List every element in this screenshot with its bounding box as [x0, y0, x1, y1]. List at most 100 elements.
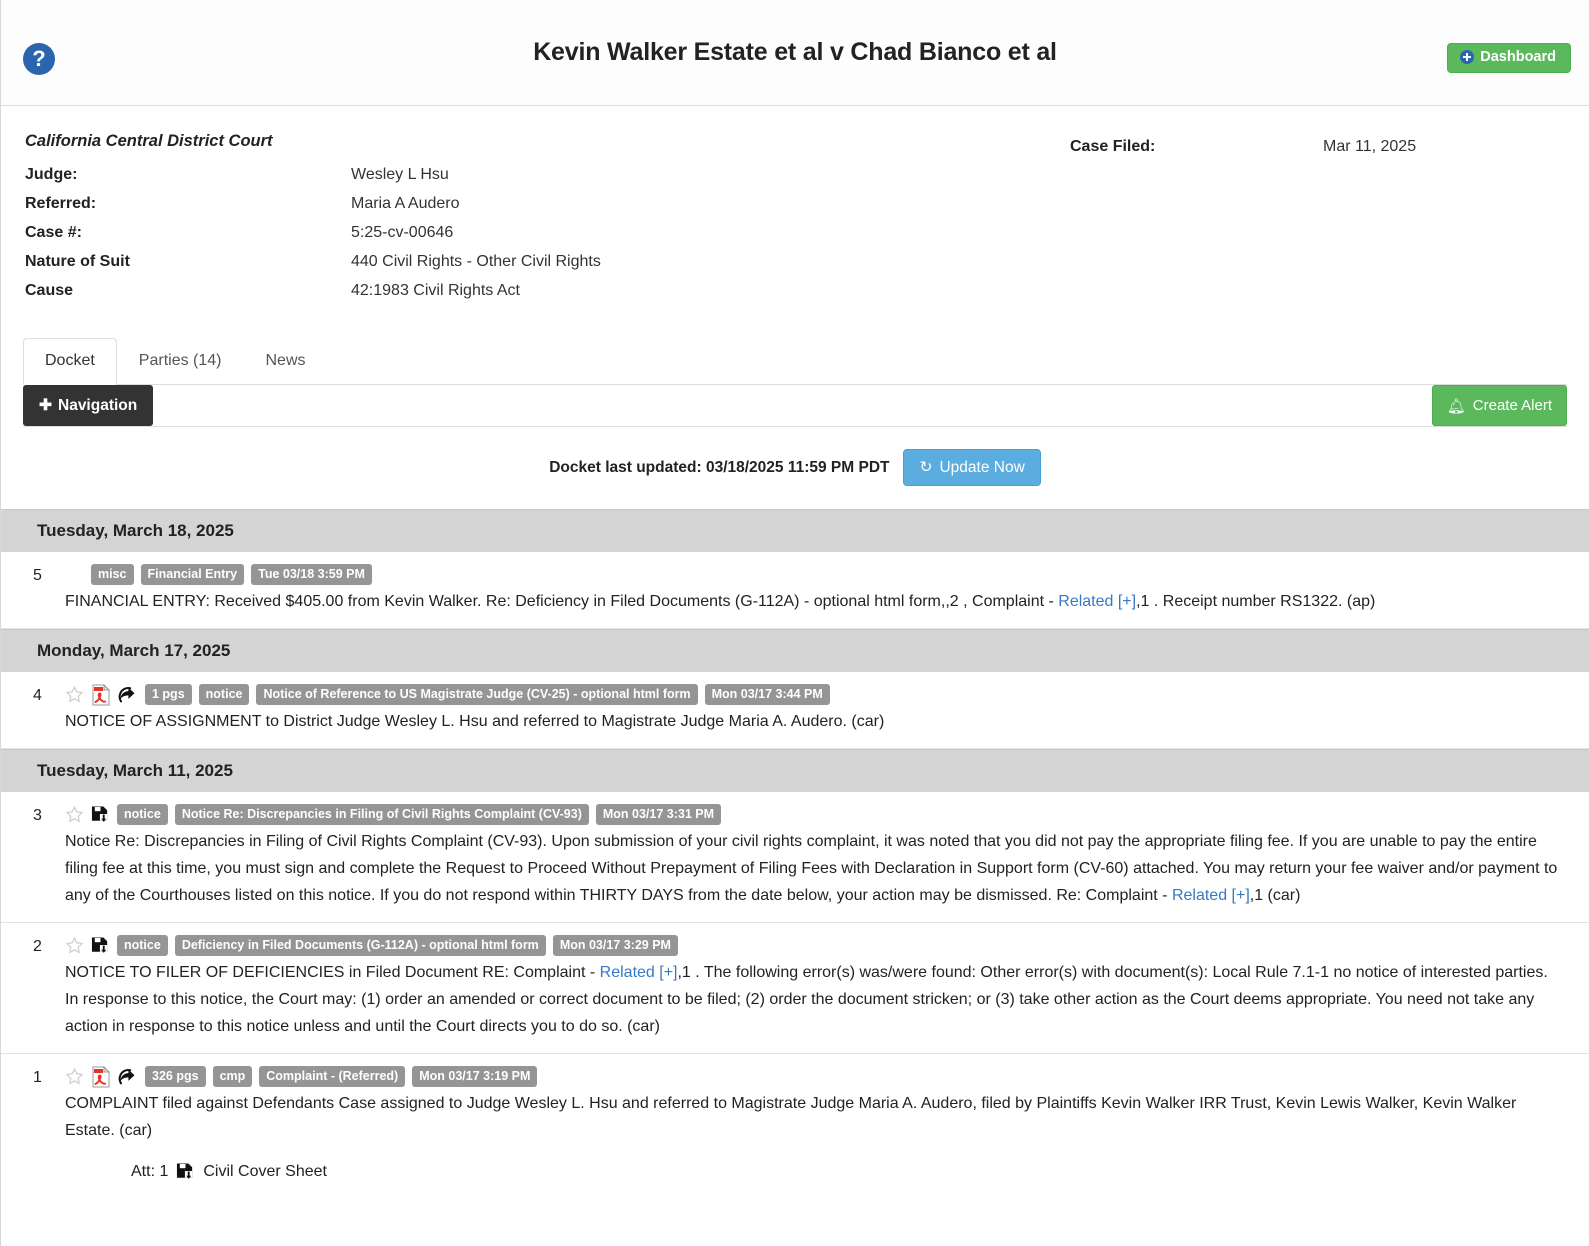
docket-entry-body: notice Deficiency in Filed Documents (G-1…: [65, 934, 1565, 1040]
case-meta-row: Cause 42:1983 Civil Rights Act: [25, 276, 1565, 305]
star-icon-wrapper[interactable]: [65, 805, 84, 824]
pdf-icon[interactable]: [91, 1065, 111, 1088]
docket-entry-text-part: COMPLAINT filed against Defendants Case …: [65, 1095, 1517, 1139]
docket-entry-text-part: NOTICE TO FILER OF DEFICIENCIES in Filed…: [65, 964, 600, 981]
case-meta-value: 440 Civil Rights - Other Civil Rights: [351, 253, 601, 270]
docket-badge[interactable]: notice: [117, 934, 168, 957]
docket-badge[interactable]: Financial Entry: [140, 563, 245, 586]
share-icon-wrapper[interactable]: [118, 685, 138, 705]
related-link[interactable]: Related [+]: [1058, 593, 1136, 610]
pdf-icon-wrapper[interactable]: [91, 1065, 111, 1088]
docket-entry-text-part: ,1 . Receipt number RS1322. (ap): [1136, 593, 1376, 610]
docket-entry-text: FINANCIAL ENTRY: Received $405.00 from K…: [65, 588, 1565, 615]
docket-entry-text: COMPLAINT filed against Defendants Case …: [65, 1090, 1565, 1144]
dashboard-button[interactable]: Dashboard: [1447, 43, 1571, 73]
attachment-save-icon-wrapper[interactable]: [176, 1162, 195, 1182]
pdf-icon-wrapper[interactable]: [91, 683, 111, 706]
docket-badge[interactable]: Notice of Reference to US Magistrate Jud…: [256, 683, 698, 706]
share-icon[interactable]: [118, 685, 138, 705]
docket-badge[interactable]: 326 pgs: [145, 1065, 206, 1088]
case-meta-row: Judge: Wesley L Hsu: [25, 160, 1565, 189]
docket-date-header: Tuesday, March 11, 2025: [1, 749, 1589, 792]
update-now-button[interactable]: ↻ Update Now: [903, 449, 1041, 486]
docket-badge[interactable]: Notice Re: Discrepancies in Filing of Ci…: [174, 803, 589, 826]
docket-entry-body: notice Notice Re: Discrepancies in Filing…: [65, 803, 1565, 909]
share-icon[interactable]: [118, 1067, 138, 1087]
docket-badge[interactable]: Tue 03/18 3:59 PM: [251, 563, 372, 586]
case-meta-label: Referred:: [25, 195, 97, 212]
case-meta-row: Nature of Suit 440 Civil Rights - Other C…: [25, 247, 1565, 276]
update-now-label: Update Now: [939, 458, 1025, 476]
case-meta-label: Judge:: [25, 166, 78, 183]
docket-badge[interactable]: Deficiency in Filed Documents (G-112A) -…: [174, 934, 546, 957]
plus-icon: ✚: [39, 397, 52, 414]
case-meta-value: Wesley L Hsu: [351, 166, 449, 183]
docket-badge[interactable]: Mon 03/17 3:19 PM: [412, 1065, 538, 1088]
docket-entry-text: Notice Re: Discrepancies in Filing of Ci…: [65, 828, 1565, 909]
tab-docket[interactable]: Docket: [23, 337, 117, 385]
docket-badge[interactable]: cmp: [212, 1065, 253, 1088]
docket-badge[interactable]: Complaint - (Referred): [259, 1065, 406, 1088]
docket-entry: 2 notice Deficiency in Filed Documents (G-…: [1, 923, 1589, 1054]
attachment-label[interactable]: Civil Cover Sheet: [203, 1163, 327, 1181]
docket-entry-body: 326 pgs cmp Complaint - (Referred) Mon 03/1…: [65, 1065, 1565, 1182]
tab-news[interactable]: News: [244, 338, 328, 385]
save-icon[interactable]: [176, 1162, 195, 1182]
save-icon[interactable]: [91, 936, 110, 956]
create-alert-button[interactable]: 🔔︎ Create Alert: [1431, 385, 1567, 426]
docket-badge[interactable]: notice: [198, 683, 250, 706]
docket-badge[interactable]: 1 pgs: [145, 683, 192, 706]
docket-entry-number: 5: [33, 567, 42, 584]
bell-icon: 🔔︎: [1446, 397, 1466, 415]
star-icon-wrapper[interactable]: [65, 936, 84, 955]
docket-entry-badges: notice Notice Re: Discrepancies in Filing…: [65, 803, 1565, 826]
navigation-button[interactable]: ✚ Navigation: [23, 385, 154, 426]
case-meta-value: Maria A Audero: [351, 195, 460, 212]
tab-bar: Docket Parties (14) News: [23, 337, 1567, 385]
save-icon-wrapper[interactable]: [91, 936, 110, 956]
save-icon[interactable]: [91, 805, 110, 825]
docket-entry-number: 1: [33, 1069, 42, 1086]
docket-date-header: Tuesday, March 18, 2025: [1, 509, 1589, 552]
top-header-bar: ? Kevin Walker Estate et al v Chad Bianc…: [1, 0, 1589, 106]
related-link[interactable]: Related [+]: [600, 964, 678, 981]
related-link[interactable]: Related [+]: [1172, 887, 1250, 904]
pdf-icon[interactable]: [91, 683, 111, 706]
docket-entry-number: 4: [33, 687, 42, 704]
case-meta-row: Case #: 5:25-cv-00646: [25, 218, 1565, 247]
docket-entry-text: NOTICE TO FILER OF DEFICIENCIES in Filed…: [65, 959, 1565, 1040]
tab-parties-14[interactable]: Parties (14): [117, 338, 244, 385]
star-icon[interactable]: [65, 1067, 84, 1086]
star-icon[interactable]: [65, 936, 84, 955]
case-meta-value: 42:1983 Civil Rights Act: [351, 282, 520, 299]
docket-entry-text-part: Notice Re: Discrepancies in Filing of Ci…: [65, 833, 1558, 904]
docket-entry-text-part: FINANCIAL ENTRY: Received $405.00 from K…: [65, 593, 1059, 610]
case-meta-grid: Judge: Wesley L Hsu Referred: Maria A Auder…: [25, 160, 1565, 305]
docket-update-row: Docket last updated: 03/18/2025 11:59 PM…: [1, 449, 1589, 486]
circle-plus-icon: [1460, 50, 1475, 65]
docket-badge[interactable]: misc: [91, 563, 134, 586]
case-meta-value: 5:25-cv-00646: [351, 224, 454, 241]
attachment-prefix: Att: 1: [131, 1163, 169, 1180]
docket-entry-badges: 1 pgs notice Notice of Reference to US Mag…: [65, 683, 1565, 706]
docket-entry-list: Tuesday, March 18, 2025 5 misc Financial En…: [1, 509, 1589, 1195]
docket-entry: 4 1 pgs notice Notice of Reference to US Ma…: [1, 672, 1589, 749]
docket-badge[interactable]: notice: [117, 803, 168, 826]
docket-badge[interactable]: Mon 03/17 3:29 PM: [552, 934, 678, 957]
docket-badge[interactable]: Mon 03/17 3:44 PM: [704, 683, 830, 706]
share-icon-wrapper[interactable]: [118, 1067, 138, 1087]
docket-entry: 5 misc Financial Entry Tue 03/18 3:59 PM FIN…: [1, 552, 1589, 629]
star-icon-wrapper[interactable]: [65, 1067, 84, 1086]
docket-date-header: Monday, March 17, 2025: [1, 629, 1589, 672]
case-meta-label: Nature of Suit: [25, 253, 130, 270]
case-filed-value: Mar 11, 2025: [1323, 138, 1417, 155]
docket-badge[interactable]: Mon 03/17 3:31 PM: [595, 803, 722, 826]
save-icon-wrapper[interactable]: [91, 805, 110, 825]
star-icon[interactable]: [65, 685, 84, 704]
docket-entry: 1 326 pgs cmp Complaint - (Referred) Mon 03/…: [1, 1054, 1589, 1195]
star-icon-wrapper[interactable]: [65, 685, 84, 704]
docket-entry-number: 2: [33, 938, 42, 955]
docket-entry-badges: misc Financial Entry Tue 03/18 3:59 PM: [65, 563, 1565, 586]
star-icon[interactable]: [65, 805, 84, 824]
help-circle-icon[interactable]: ?: [23, 43, 55, 75]
